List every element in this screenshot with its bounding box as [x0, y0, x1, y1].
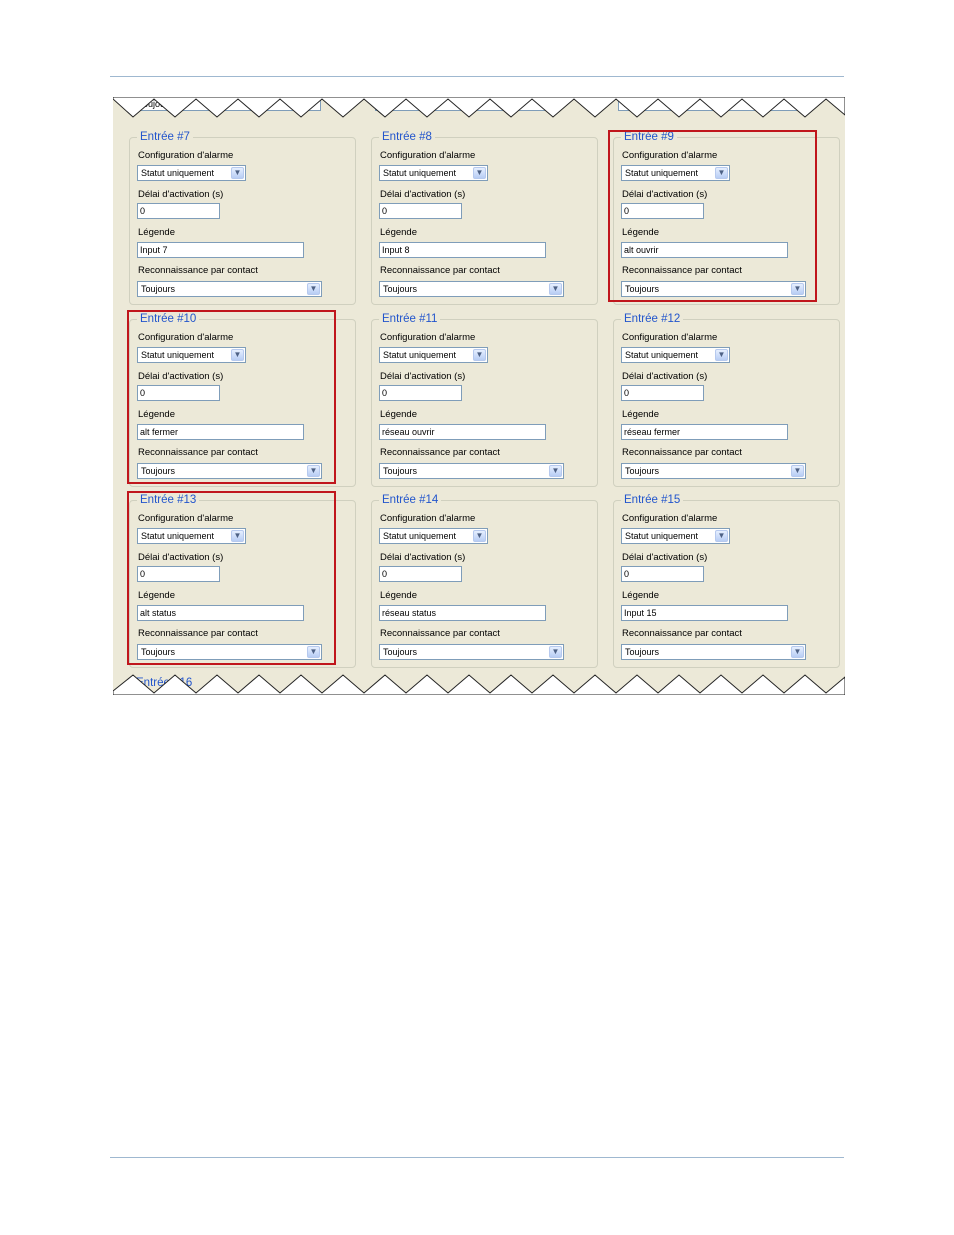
group-title: Entrée #12 — [621, 312, 684, 326]
legend-label: Légende — [380, 409, 417, 420]
chevron-down-icon[interactable]: ▼ — [549, 283, 562, 295]
alarm-config-value: Statut uniquement — [141, 168, 215, 178]
chevron-down-icon[interactable]: ▼ — [715, 530, 728, 542]
input-group-8: Entrée #8 Configuration d'alarme Statut … — [371, 130, 598, 305]
contact-select[interactable]: Toujours ▼ — [379, 281, 564, 297]
delay-label: Délai d'activation (s) — [380, 552, 466, 563]
group-title: Entrée #7 — [137, 130, 193, 144]
contact-label: Reconnaissance par contact — [622, 628, 742, 639]
delay-label: Délai d'activation (s) — [380, 371, 466, 382]
chevron-down-icon[interactable]: ▼ — [307, 283, 320, 295]
chevron-down-icon[interactable]: ▼ — [791, 465, 804, 477]
contact-value: Toujours — [383, 284, 418, 294]
input-group-11: Entrée #11 Configuration d'alarme Statut… — [371, 312, 598, 487]
highlight-box-input-9 — [608, 130, 817, 302]
alarm-config-value: Statut uniquement — [383, 531, 457, 541]
alarm-config-label: Configuration d'alarme — [138, 150, 234, 161]
delay-label: Délai d'activation (s) — [622, 371, 708, 382]
legend-input[interactable]: Input 7 — [137, 242, 304, 258]
delay-input[interactable]: 0 — [137, 203, 220, 219]
legend-label: Légende — [622, 590, 659, 601]
footer-rule — [110, 1157, 844, 1158]
contact-label: Reconnaissance par contact — [380, 265, 500, 276]
chevron-down-icon[interactable]: ▼ — [549, 646, 562, 658]
delay-input[interactable]: 0 — [379, 566, 462, 582]
delay-input[interactable]: 0 — [379, 203, 462, 219]
group-title: Entrée #14 — [379, 493, 442, 507]
input-group-15: Entrée #15 Configuration d'alarme Statut… — [613, 493, 840, 668]
contact-select[interactable]: Toujours ▼ — [621, 644, 806, 660]
contact-value: Toujours — [625, 466, 660, 476]
delay-input[interactable]: 0 — [621, 385, 704, 401]
legend-label: Légende — [380, 590, 417, 601]
chevron-down-icon[interactable]: ▼ — [549, 465, 562, 477]
torn-edge-bottom — [113, 674, 845, 695]
chevron-down-icon[interactable]: ▼ — [473, 349, 486, 361]
alarm-config-label: Configuration d'alarme — [380, 332, 476, 343]
delay-label: Délai d'activation (s) — [622, 552, 708, 563]
alarm-config-value: Statut uniquement — [625, 350, 699, 360]
delay-input[interactable]: 0 — [379, 385, 462, 401]
input-group-12: Entrée #12 Configuration d'alarme Statut… — [613, 312, 840, 487]
contact-value: Toujours — [383, 647, 418, 657]
chevron-down-icon[interactable]: ▼ — [715, 349, 728, 361]
input-group-7: Entrée #7 Configuration d'alarme Statut … — [129, 130, 356, 305]
legend-input[interactable]: Input 15 — [621, 605, 788, 621]
legend-input[interactable]: Input 8 — [379, 242, 546, 258]
contact-select[interactable]: Toujours ▼ — [379, 463, 564, 479]
delay-input[interactable]: 0 — [621, 566, 704, 582]
chevron-down-icon[interactable]: ▼ — [473, 167, 486, 179]
group-title: Entrée #11 — [379, 312, 441, 326]
contact-value: Toujours — [625, 647, 660, 657]
alarm-config-label: Configuration d'alarme — [380, 513, 476, 524]
contact-label: Reconnaissance par contact — [380, 447, 500, 458]
highlight-box-input-10 — [127, 310, 336, 484]
alarm-config-value: Statut uniquement — [383, 350, 457, 360]
inputs-settings-panel: oujou urs Tou Entrée #7 Configuration d'… — [113, 97, 845, 695]
legend-input[interactable]: réseau ouvrir — [379, 424, 546, 440]
chevron-down-icon[interactable]: ▼ — [473, 530, 486, 542]
header-rule — [110, 76, 844, 77]
alarm-config-value: Statut uniquement — [383, 168, 457, 178]
contact-label: Reconnaissance par contact — [622, 447, 742, 458]
torn-edge-top — [113, 97, 845, 118]
contact-select[interactable]: Toujours ▼ — [621, 463, 806, 479]
highlight-box-input-13 — [127, 491, 336, 665]
delay-label: Délai d'activation (s) — [380, 189, 466, 200]
contact-select[interactable]: Toujours ▼ — [137, 281, 322, 297]
alarm-config-select[interactable]: Statut uniquement ▼ — [379, 347, 488, 363]
alarm-config-select[interactable]: Statut uniquement ▼ — [621, 528, 730, 544]
group-title: Entrée #15 — [621, 493, 684, 507]
alarm-config-label: Configuration d'alarme — [622, 513, 718, 524]
contact-value: Toujours — [383, 466, 418, 476]
alarm-config-select[interactable]: Statut uniquement ▼ — [379, 165, 488, 181]
legend-label: Légende — [622, 409, 659, 420]
alarm-config-label: Configuration d'alarme — [622, 332, 718, 343]
legend-input[interactable]: réseau fermer — [621, 424, 788, 440]
legend-label: Légende — [380, 227, 417, 238]
alarm-config-label: Configuration d'alarme — [380, 150, 476, 161]
alarm-config-select[interactable]: Statut uniquement ▼ — [137, 165, 246, 181]
legend-input[interactable]: réseau status — [379, 605, 546, 621]
contact-value: Toujours — [141, 284, 176, 294]
alarm-config-value: Statut uniquement — [625, 531, 699, 541]
contact-select[interactable]: Toujours ▼ — [379, 644, 564, 660]
contact-label: Reconnaissance par contact — [138, 265, 258, 276]
input-group-14: Entrée #14 Configuration d'alarme Statut… — [371, 493, 598, 668]
chevron-down-icon[interactable]: ▼ — [791, 646, 804, 658]
legend-label: Légende — [138, 227, 175, 238]
alarm-config-select[interactable]: Statut uniquement ▼ — [379, 528, 488, 544]
alarm-config-select[interactable]: Statut uniquement ▼ — [621, 347, 730, 363]
contact-label: Reconnaissance par contact — [380, 628, 500, 639]
delay-label: Délai d'activation (s) — [138, 189, 224, 200]
group-title: Entrée #8 — [379, 130, 435, 144]
chevron-down-icon[interactable]: ▼ — [231, 167, 244, 179]
